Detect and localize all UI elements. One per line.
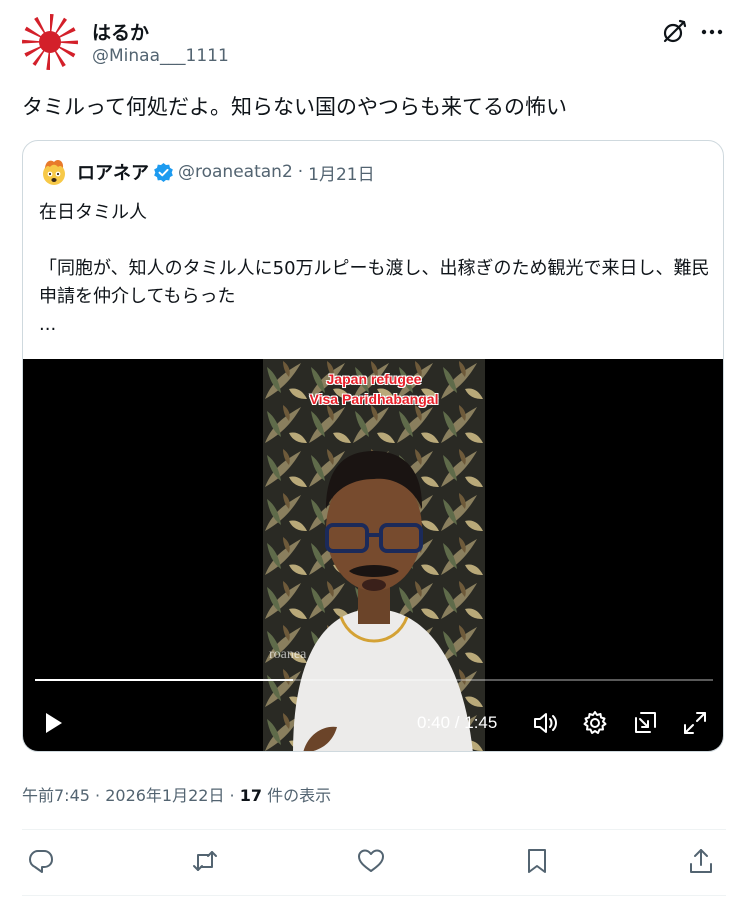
share-icon[interactable] (686, 846, 720, 880)
tweet-text: タミルって何処だよ。知らない国のやつらも来てるの怖い (22, 95, 567, 119)
dock-icon[interactable] (631, 709, 659, 737)
video-controls: 0:40 / 1:45 (23, 699, 723, 747)
quote-header: ロアネア @roaneatan2 · 1月21日 (39, 157, 375, 187)
video-time: 0:40 / 1:45 (417, 713, 498, 732)
video-caption-line1: Japan refugee (326, 371, 422, 387)
tweet-time[interactable]: 午前7:45 (22, 786, 90, 805)
grok-icon[interactable] (660, 18, 688, 46)
video-caption-line2: Visa Paridhabangal (309, 391, 439, 407)
divider (22, 895, 726, 896)
meta-separator: · (89, 786, 106, 805)
tweet-date[interactable]: 2026年1月22日 (105, 786, 224, 805)
quote-avatar[interactable] (39, 157, 69, 187)
action-bar (22, 846, 726, 880)
quote-date[interactable]: 1月21日 (308, 160, 374, 185)
views-count: 17 (239, 786, 262, 805)
tweet-meta: 午前7:45 · 2026年1月22日 · 17 件の表示 (22, 782, 331, 806)
views-label: 件の表示 (262, 786, 332, 805)
fullscreen-icon[interactable] (681, 709, 709, 737)
video-player[interactable]: Japan refugee Visa Paridhabangal roanea … (23, 359, 723, 751)
reply-icon[interactable] (26, 846, 60, 880)
quote-text: 在日タミル人 「同胞が、知人のタミル人に50万ルピーも渡し、出稼ぎのため観光で来… (39, 202, 710, 335)
author-name[interactable]: はるか (92, 18, 149, 45)
verified-badge-icon (153, 162, 174, 183)
author-avatar[interactable] (22, 14, 78, 70)
video-progress-fill (35, 679, 294, 681)
meta-separator: · (224, 786, 240, 805)
tweet-header: はるか @Minaa___1111 (22, 14, 726, 74)
retweet-icon[interactable] (190, 846, 224, 880)
video-frame: Japan refugee Visa Paridhabangal roanea (263, 359, 485, 751)
settings-icon[interactable] (581, 709, 609, 737)
quote-separator: · (297, 162, 304, 182)
divider (22, 829, 726, 830)
quoted-tweet[interactable]: ロアネア @roaneatan2 · 1月21日 在日タミル人 「同胞が、知人の… (22, 140, 724, 752)
author-handle[interactable]: @Minaa___1111 (92, 46, 229, 66)
like-icon[interactable] (356, 846, 390, 880)
video-progress-bar[interactable] (35, 679, 713, 681)
bookmark-icon[interactable] (522, 846, 556, 880)
quote-author-handle[interactable]: @roaneatan2 (178, 162, 293, 182)
more-icon[interactable] (698, 18, 726, 46)
volume-icon[interactable] (531, 709, 559, 737)
video-watermark: roanea (269, 647, 307, 662)
play-icon[interactable] (39, 709, 67, 737)
quote-author-name[interactable]: ロアネア (77, 159, 149, 185)
